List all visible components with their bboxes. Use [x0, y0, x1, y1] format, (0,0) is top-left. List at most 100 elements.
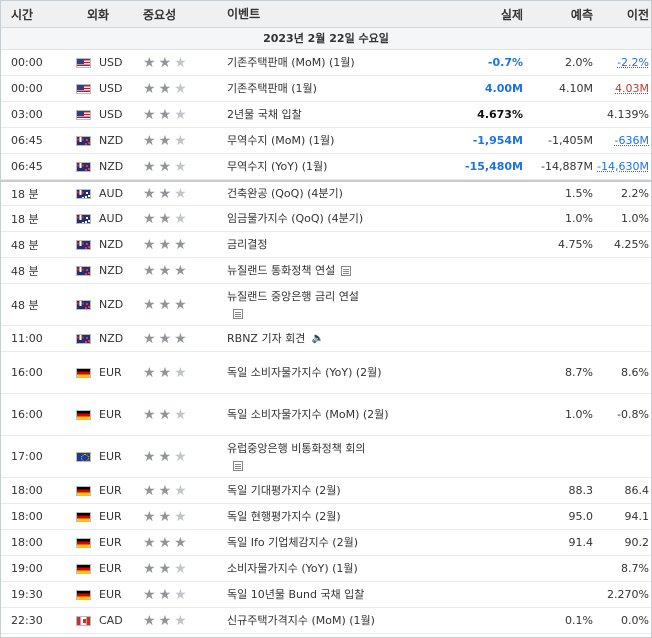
- speaker-icon[interactable]: 🔈: [311, 330, 323, 347]
- previous-value[interactable]: -636M: [593, 134, 649, 147]
- event-cell[interactable]: 기존주택판매 (MoM) (1월): [227, 54, 423, 71]
- event-cell[interactable]: RBNZ 기자 회견 🔈: [227, 330, 423, 348]
- event-name[interactable]: 2년물 국채 입찰: [227, 108, 302, 121]
- event-name[interactable]: 유럽중앙은행 비통화정책 회의: [227, 442, 366, 455]
- flag-eu-icon: [76, 451, 91, 462]
- table-row[interactable]: 48 분 NZD ★ ★ ★ 뉴질랜드 통화정책 연설: [1, 258, 651, 284]
- event-cell[interactable]: 뉴질랜드 통화정책 연설: [227, 262, 423, 279]
- header-currency[interactable]: 외화: [67, 6, 143, 23]
- header-actual[interactable]: 실제: [423, 6, 525, 23]
- table-row[interactable]: 00:00 USD ★ ★ ★ 기존주택판매 (1월) 4.00M 4.10M 4.03M: [1, 76, 651, 102]
- table-row[interactable]: 16:00 EUR ★ ★ ★ 독일 소비자물가지수 (YoY) (2월) 8.7% 8.6%: [1, 352, 651, 394]
- event-cell[interactable]: 무역수지 (YoY) (1월): [227, 158, 423, 175]
- event-cell[interactable]: 독일 현행평가지수 (2월): [227, 508, 423, 525]
- document-icon[interactable]: [233, 460, 243, 471]
- event-cell[interactable]: 신규주택가격지수 (MoM) (1월): [227, 612, 423, 629]
- table-row[interactable]: 18:00 EUR ★ ★ ★ 독일 Ifo 기업체감지수 (2월) 91.4 90.2: [1, 530, 651, 556]
- event-name[interactable]: 뉴질랜드 통화정책 연설: [227, 264, 335, 277]
- star-icon: ★: [174, 534, 187, 551]
- event-name[interactable]: 건축완공 (QoQ) (4분기): [227, 187, 343, 200]
- event-name[interactable]: 독일 Ifo 기업체감지수 (2월): [227, 536, 358, 549]
- star-icon: ★: [143, 612, 156, 629]
- event-name[interactable]: 독일 현행평가지수 (2월): [227, 510, 341, 523]
- event-name[interactable]: 임금물가지수 (QoQ) (4분기): [227, 212, 363, 225]
- table-row[interactable]: 16:00 EUR ★ ★ ★ 독일 소비자물가지수 (MoM) (2월) 1.0% -0.8…: [1, 394, 651, 436]
- event-time: 18 분: [11, 212, 39, 226]
- event-cell[interactable]: 독일 소비자물가지수 (MoM) (2월): [227, 406, 423, 423]
- header-previous[interactable]: 이전: [593, 6, 649, 23]
- currency-code: USD: [99, 108, 123, 121]
- event-name[interactable]: 독일 소비자물가지수 (YoY) (2월): [227, 366, 382, 379]
- currency-code: NZD: [99, 298, 124, 311]
- table-row[interactable]: 48 분 NZD ★ ★ ★ 금리결정 4.75% 4.25%: [1, 232, 651, 258]
- event-name[interactable]: 금리결정: [227, 238, 267, 251]
- importance-stars: ★ ★ ★: [143, 82, 227, 96]
- importance-stars: ★ ★ ★: [143, 238, 227, 252]
- event-cell[interactable]: 독일 10년물 Bund 국채 입찰: [227, 586, 423, 603]
- table-row[interactable]: 06:45 NZD ★ ★ ★ 무역수지 (MoM) (1월) -1,954M -1,405M…: [1, 128, 651, 154]
- flag-nz-icon: [76, 333, 91, 344]
- flag-cell: [67, 333, 97, 344]
- header-time[interactable]: 시간: [1, 6, 67, 23]
- table-row[interactable]: 03:00 USD ★ ★ ★ 2년물 국채 입찰 4.673% 4.139%: [1, 102, 651, 128]
- table-row[interactable]: 19:00 EUR ★ ★ ★ 소비자물가지수 (YoY) (1월) 8.7%: [1, 556, 651, 582]
- table-row[interactable]: 11:00 NZD ★ ★ ★ RBNZ 기자 회견 🔈: [1, 326, 651, 352]
- star-icon: ★: [174, 106, 187, 123]
- star-icon: ★: [143, 236, 156, 253]
- star-icon: ★: [143, 106, 156, 123]
- table-row[interactable]: 06:45 NZD ★ ★ ★ 무역수지 (YoY) (1월) -15,480M -14,88…: [1, 154, 651, 180]
- header-importance[interactable]: 중요성: [143, 6, 227, 23]
- previous-value: 2.2%: [621, 187, 649, 200]
- event-cell[interactable]: 기존주택판매 (1월): [227, 80, 423, 97]
- event-cell[interactable]: 임금물가지수 (QoQ) (4분기): [227, 210, 423, 227]
- table-row[interactable]: 18:00 EUR ★ ★ ★ 독일 현행평가지수 (2월) 95.0 94.1: [1, 504, 651, 530]
- event-name[interactable]: 기존주택판매 (1월): [227, 82, 317, 95]
- event-name[interactable]: 독일 10년물 Bund 국채 입찰: [227, 588, 364, 601]
- event-time: 22:30: [11, 614, 43, 627]
- event-time: 19:30: [11, 588, 43, 601]
- flag-nz-icon: [76, 161, 91, 172]
- table-row[interactable]: 17:00 EUR ★ ★ ★ 유럽중앙은행 비통화정책 회의: [1, 436, 651, 478]
- event-name[interactable]: 독일 소비자물가지수 (MoM) (2월): [227, 408, 389, 421]
- table-row[interactable]: 22:30 CAD ★ ★ ★ 신규주택가격지수 (MoM) (1월) 0.1% 0.0%: [1, 608, 651, 634]
- event-cell[interactable]: 2년물 국채 입찰: [227, 106, 423, 123]
- event-cell[interactable]: 유럽중앙은행 비통화정책 회의: [227, 440, 423, 474]
- table-row[interactable]: 18:00 EUR ★ ★ ★ 독일 기대평가지수 (2월) 88.3 86.4: [1, 478, 651, 504]
- header-event[interactable]: 이벤트: [227, 6, 423, 23]
- importance-stars: ★ ★ ★: [143, 134, 227, 148]
- document-icon[interactable]: [341, 266, 352, 276]
- actual-value: -0.7%: [487, 56, 523, 69]
- star-icon: ★: [158, 508, 172, 525]
- importance-stars: ★ ★ ★: [143, 562, 227, 576]
- star-icon: ★: [158, 586, 172, 603]
- header-forecast[interactable]: 예측: [525, 6, 593, 23]
- event-name[interactable]: 신규주택가격지수 (MoM) (1월): [227, 614, 375, 627]
- event-name[interactable]: 무역수지 (MoM) (1월): [227, 134, 334, 147]
- event-cell[interactable]: 무역수지 (MoM) (1월): [227, 132, 423, 149]
- event-cell[interactable]: 독일 기대평가지수 (2월): [227, 482, 423, 499]
- event-name[interactable]: 기존주택판매 (MoM) (1월): [227, 56, 355, 69]
- event-name[interactable]: RBNZ 기자 회견: [227, 332, 305, 345]
- flag-cell: [67, 537, 97, 548]
- event-name[interactable]: 뉴질랜드 중앙은행 금리 연설: [227, 290, 359, 303]
- event-name[interactable]: 독일 기대평가지수 (2월): [227, 484, 341, 497]
- table-row[interactable]: 18 분 AUD ★ ★ ★ 건축완공 (QoQ) (4분기) 1.5% 2.2%: [1, 180, 651, 206]
- previous-value[interactable]: -14,630M: [593, 160, 649, 173]
- event-name[interactable]: 소비자물가지수 (YoY) (1월): [227, 562, 358, 575]
- event-name[interactable]: 무역수지 (YoY) (1월): [227, 160, 327, 173]
- event-cell[interactable]: 뉴질랜드 중앙은행 금리 연설: [227, 288, 423, 322]
- previous-value[interactable]: -2.2%: [593, 56, 649, 69]
- currency-code: EUR: [99, 510, 122, 523]
- table-row[interactable]: 18 분 AUD ★ ★ ★ 임금물가지수 (QoQ) (4분기) 1.0% 1.0%: [1, 206, 651, 232]
- table-row[interactable]: 19:30 EUR ★ ★ ★ 독일 10년물 Bund 국채 입찰 2.270%: [1, 582, 651, 608]
- event-cell[interactable]: 금리결정: [227, 236, 423, 253]
- event-cell[interactable]: 독일 소비자물가지수 (YoY) (2월): [227, 364, 423, 381]
- table-row[interactable]: 48 분 NZD ★ ★ ★ 뉴질랜드 중앙은행 금리 연설: [1, 284, 651, 326]
- event-cell[interactable]: 소비자물가지수 (YoY) (1월): [227, 560, 423, 577]
- previous-value[interactable]: 4.03M: [593, 82, 649, 95]
- event-cell[interactable]: 독일 Ifo 기업체감지수 (2월): [227, 534, 423, 551]
- document-icon[interactable]: [233, 308, 243, 319]
- event-cell[interactable]: 건축완공 (QoQ) (4분기): [227, 185, 423, 202]
- table-row[interactable]: 00:00 USD ★ ★ ★ 기존주택판매 (MoM) (1월) -0.7% 2.0% -2.…: [1, 50, 651, 76]
- flag-de-icon: [76, 563, 91, 574]
